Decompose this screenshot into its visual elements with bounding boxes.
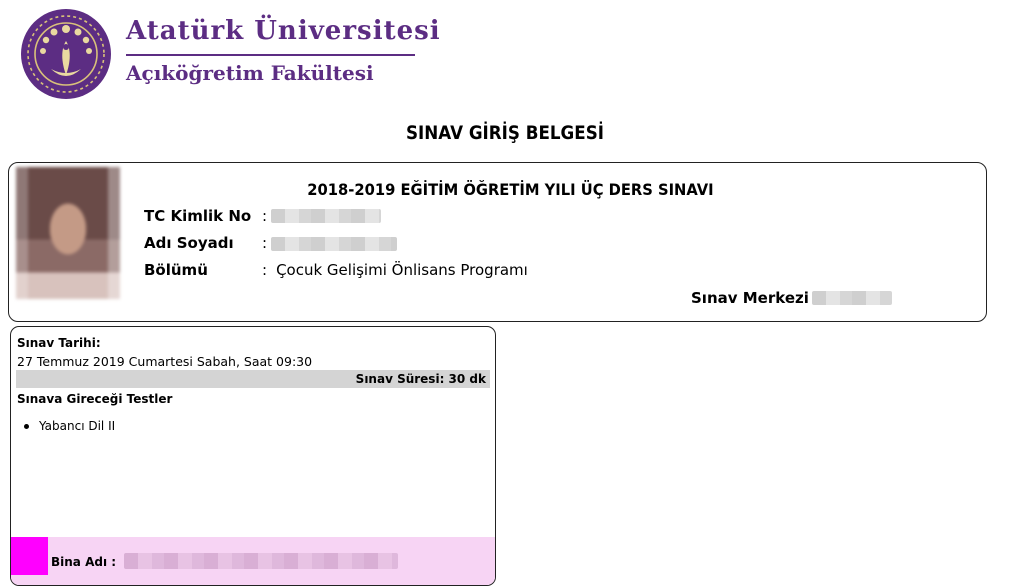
duration-bar: Sınav Süresi: 30 dk bbox=[16, 370, 490, 388]
tc-no-redacted-value bbox=[271, 209, 381, 223]
tc-no-separator: : bbox=[262, 207, 268, 225]
exam-details-card: Sınav Tarihi: 27 Temmuz 2019 Cumartesi S… bbox=[10, 326, 496, 586]
building-color-marker bbox=[11, 537, 48, 575]
peacock-emblem-icon bbox=[27, 15, 105, 93]
student-info-card: 2018-2019 EĞİTİM ÖĞRETİM YILI ÜÇ DERS SI… bbox=[8, 162, 987, 322]
exam-center-redacted-value bbox=[812, 291, 892, 305]
tc-no-label: TC Kimlik No bbox=[144, 207, 252, 225]
exam-term-title: 2018-2019 EĞİTİM ÖĞRETİM YILI ÜÇ DERS SI… bbox=[307, 180, 714, 199]
exam-date-value: 27 Temmuz 2019 Cumartesi Sabah, Saat 09:… bbox=[17, 354, 313, 369]
header-divider bbox=[126, 54, 415, 56]
exam-duration: Sınav Süresi: 30 dk bbox=[355, 372, 486, 386]
name-label: Adı Soyadı bbox=[144, 234, 234, 252]
name-separator: : bbox=[262, 234, 268, 252]
exam-date-label: Sınav Tarihi: bbox=[17, 336, 101, 350]
name-redacted-value bbox=[271, 237, 397, 251]
faculty-name: Açıköğretim Fakültesi bbox=[126, 61, 374, 85]
document-title: SINAV GİRİŞ BELGESİ bbox=[406, 122, 604, 144]
department-separator: : bbox=[262, 261, 268, 279]
exam-center-label: Sınav Merkezi : bbox=[691, 289, 821, 307]
building-label: Bina Adı : bbox=[51, 555, 117, 569]
department-value: Çocuk Gelişimi Önlisans Programı bbox=[276, 261, 528, 279]
university-logo bbox=[21, 9, 111, 99]
tests-label: Sınava Gireceği Testler bbox=[17, 392, 173, 406]
building-row: Bina Adı : bbox=[11, 537, 495, 585]
university-name: Atatürk Üniversitesi bbox=[126, 16, 441, 46]
building-redacted-value bbox=[124, 553, 398, 569]
department-label: Bölümü bbox=[144, 261, 208, 279]
test-list-item: Yabancı Dil II bbox=[23, 419, 116, 433]
